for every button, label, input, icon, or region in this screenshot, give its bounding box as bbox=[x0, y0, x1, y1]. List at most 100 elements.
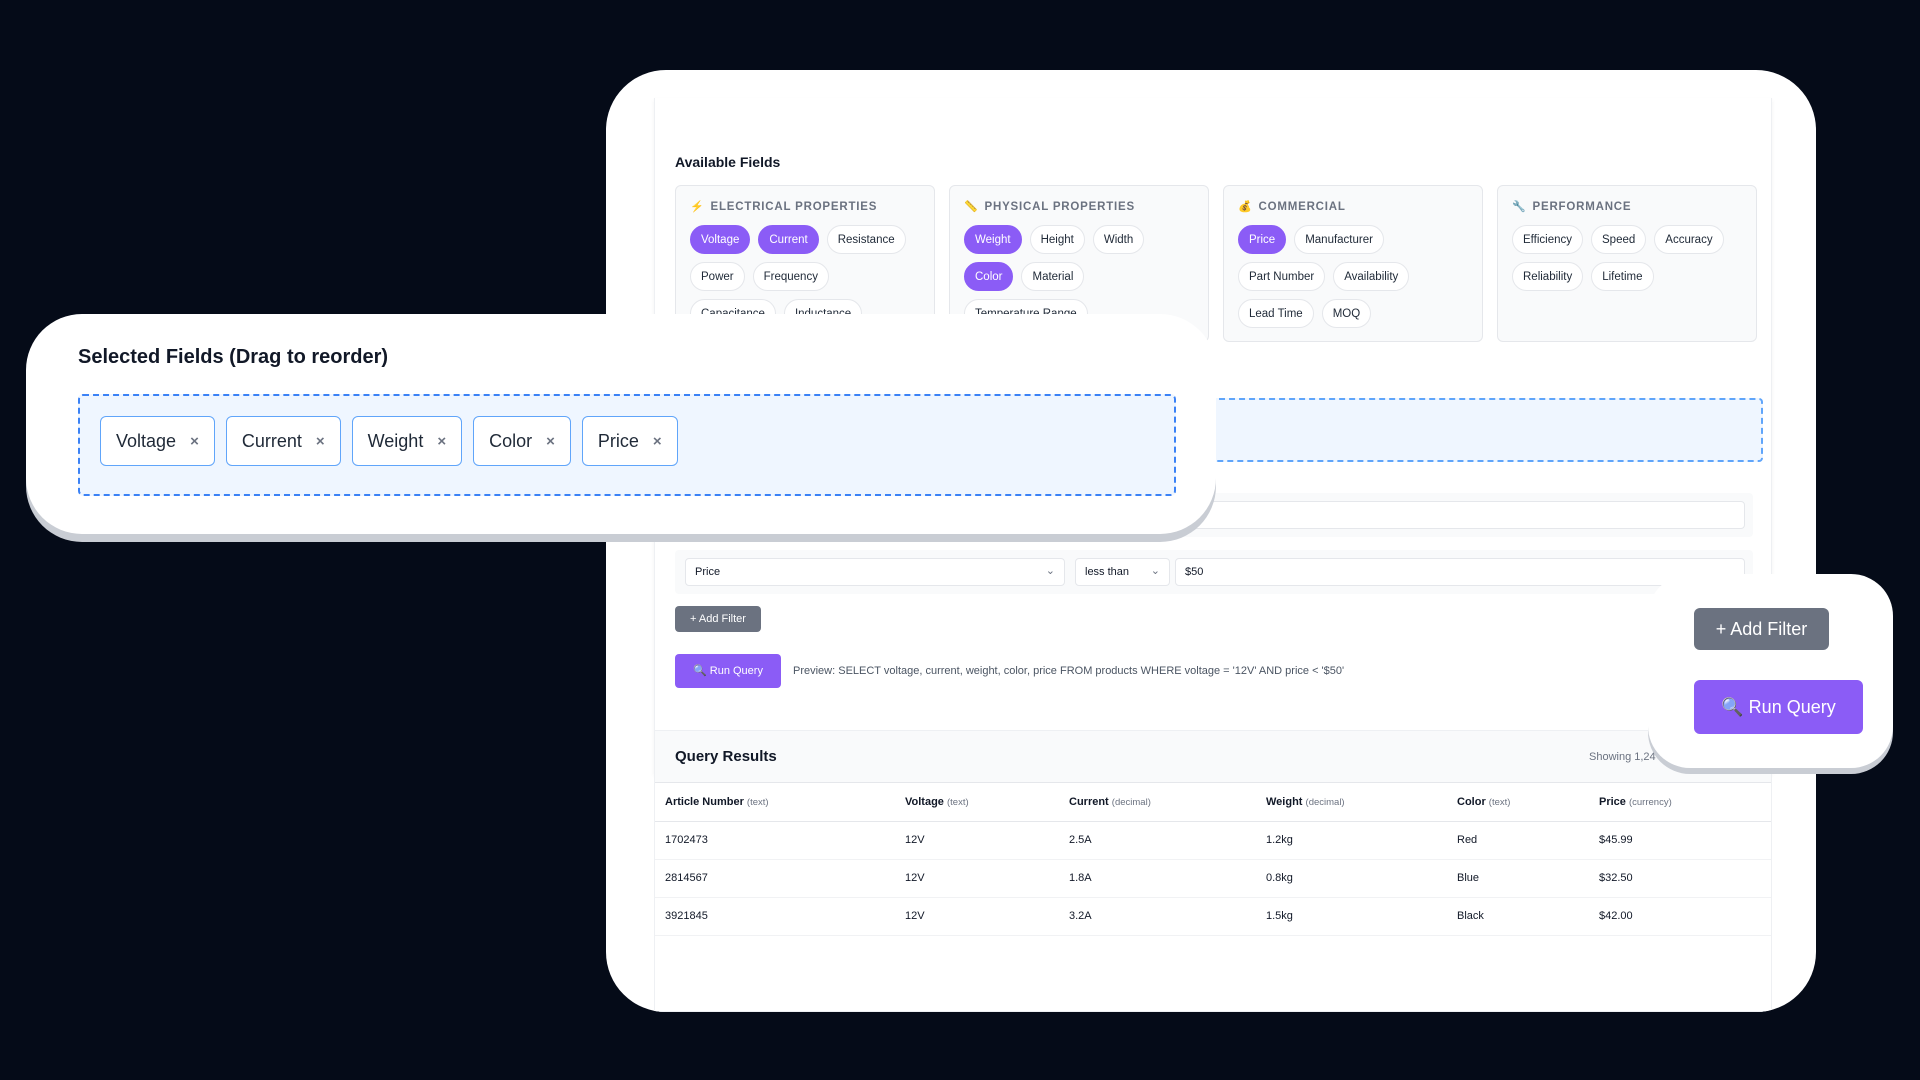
query-results-panel: Query Results Showing 1,24 Article Numbe… bbox=[654, 730, 1772, 1012]
field-pill-resistance[interactable]: Resistance bbox=[826, 225, 906, 254]
field-pill-lead-time[interactable]: Lead Time bbox=[1238, 299, 1314, 328]
table-cell: $42.00 bbox=[1589, 897, 1771, 936]
selected-fields-title: Selected Fields (Drag to reorder) bbox=[78, 346, 389, 368]
results-table: Article Number (text) Voltage (text) Curre… bbox=[655, 783, 1771, 936]
field-pill-color[interactable]: Color bbox=[964, 262, 1014, 291]
column-name: Current bbox=[1069, 795, 1109, 808]
field-group-header: 💰 COMMERCIAL bbox=[1238, 200, 1468, 214]
results-title: Query Results bbox=[675, 748, 777, 765]
column-type: (text) bbox=[1488, 796, 1511, 808]
field-group-commercial: 💰 COMMERCIAL Price Manufacturer Part Number A… bbox=[1223, 185, 1483, 342]
column-type: (decimal) bbox=[1305, 796, 1345, 808]
filter-row: Price ⌄ less than ⌄ $50 bbox=[675, 550, 1753, 594]
chip-label: Color bbox=[489, 430, 533, 451]
column-header-price[interactable]: Price (currency) bbox=[1589, 783, 1771, 822]
field-pill-reliability[interactable]: Reliability bbox=[1512, 262, 1584, 291]
close-icon[interactable]: × bbox=[653, 433, 662, 450]
table-row[interactable]: 1702473 12V 2.5A 1.2kg Red $45.99 bbox=[655, 821, 1771, 860]
table-cell: 2814567 bbox=[655, 859, 895, 898]
field-pill-width[interactable]: Width bbox=[1092, 225, 1145, 254]
field-pill-lifetime[interactable]: Lifetime bbox=[1591, 262, 1654, 291]
field-pill-price[interactable]: Price bbox=[1238, 225, 1287, 254]
group-icon: 📏 bbox=[964, 201, 979, 213]
table-cell: 1.2kg bbox=[1256, 821, 1447, 860]
field-group-title: COMMERCIAL bbox=[1258, 200, 1346, 213]
field-group-header: ⚡ ELECTRICAL PROPERTIES bbox=[690, 200, 920, 214]
run-query-button[interactable]: 🔍 Run Query bbox=[675, 654, 781, 688]
actions-card: + Add Filter 🔍 Run Query bbox=[1648, 574, 1893, 768]
table-row[interactable]: 2814567 12V 1.8A 0.8kg Blue $32.50 bbox=[655, 859, 1771, 898]
results-header: Query Results Showing 1,24 bbox=[655, 731, 1771, 783]
selected-fields-dropzone-background[interactable] bbox=[1175, 398, 1763, 462]
close-icon[interactable]: × bbox=[316, 433, 325, 450]
filter-operator-select[interactable]: less than ⌄ bbox=[1075, 558, 1170, 586]
field-pill-height[interactable]: Height bbox=[1029, 225, 1085, 254]
field-pill-availability[interactable]: Availability bbox=[1333, 262, 1410, 291]
field-pill-part-number[interactable]: Part Number bbox=[1238, 262, 1326, 291]
field-pill-weight[interactable]: Weight bbox=[964, 225, 1022, 254]
field-pill-speed[interactable]: Speed bbox=[1591, 225, 1647, 254]
field-pill-efficiency[interactable]: Efficiency bbox=[1512, 225, 1584, 254]
selected-fields-card: Selected Fields (Drag to reorder) Voltag… bbox=[26, 314, 1216, 534]
field-pill-manufacturer[interactable]: Manufacturer bbox=[1294, 225, 1384, 254]
column-header-current[interactable]: Current (decimal) bbox=[1059, 783, 1256, 822]
available-fields-title: Available Fields bbox=[675, 154, 781, 170]
selected-chip-weight[interactable]: Weight × bbox=[351, 416, 463, 466]
column-name: Weight bbox=[1266, 795, 1303, 808]
add-filter-button[interactable]: + Add Filter bbox=[675, 606, 761, 632]
filter-value-input[interactable]: 12V bbox=[1175, 501, 1745, 529]
field-group-title: PERFORMANCE bbox=[1532, 200, 1632, 213]
filter-value-input[interactable]: $50 bbox=[1175, 558, 1745, 586]
group-icon: ⚡ bbox=[690, 201, 705, 213]
field-pill-current[interactable]: Current bbox=[758, 225, 819, 254]
chevron-down-icon: ⌄ bbox=[1045, 565, 1055, 577]
column-name: Article Number bbox=[665, 795, 744, 808]
column-header-weight[interactable]: Weight (decimal) bbox=[1256, 783, 1447, 822]
table-cell: 3.2A bbox=[1059, 897, 1256, 936]
filter-field-select[interactable]: Price ⌄ bbox=[685, 558, 1065, 586]
field-pill-voltage[interactable]: Voltage bbox=[690, 225, 751, 254]
chip-label: Current bbox=[241, 430, 302, 451]
field-group-title: PHYSICAL PROPERTIES bbox=[984, 200, 1135, 213]
column-type: (currency) bbox=[1628, 796, 1672, 808]
field-pill-accuracy[interactable]: Accuracy bbox=[1654, 225, 1724, 254]
selected-chip-voltage[interactable]: Voltage × bbox=[100, 416, 215, 466]
field-group-header: 🔧 PERFORMANCE bbox=[1512, 200, 1742, 214]
selected-chip-current[interactable]: Current × bbox=[225, 416, 341, 466]
group-icon: 🔧 bbox=[1512, 201, 1527, 213]
query-preview: Preview: SELECT voltage, current, weight… bbox=[793, 665, 1345, 677]
close-icon[interactable]: × bbox=[190, 433, 199, 450]
field-pill-material[interactable]: Material bbox=[1021, 262, 1085, 291]
column-type: (text) bbox=[746, 796, 769, 808]
selected-fields-dropzone[interactable]: Voltage × Current × Weight × Color × Price × bbox=[78, 394, 1176, 496]
column-header-color[interactable]: Color (text) bbox=[1447, 783, 1589, 822]
table-cell: Black bbox=[1447, 897, 1589, 936]
add-filter-button[interactable]: + Add Filter bbox=[1694, 608, 1829, 650]
selected-chip-price[interactable]: Price × bbox=[581, 416, 678, 466]
column-header-article-number[interactable]: Article Number (text) bbox=[655, 783, 895, 822]
run-query-button[interactable]: 🔍 Run Query bbox=[1694, 680, 1863, 734]
field-pill-moq[interactable]: MOQ bbox=[1321, 299, 1372, 328]
table-cell: 1702473 bbox=[655, 821, 895, 860]
table-row[interactable]: 3921845 12V 3.2A 1.5kg Black $42.00 bbox=[655, 897, 1771, 936]
close-icon[interactable]: × bbox=[437, 433, 446, 450]
chip-label: Weight bbox=[367, 430, 424, 451]
field-group-header: 📏 PHYSICAL PROPERTIES bbox=[964, 200, 1194, 214]
close-icon[interactable]: × bbox=[546, 433, 555, 450]
field-pill-power[interactable]: Power bbox=[690, 262, 745, 291]
column-header-voltage[interactable]: Voltage (text) bbox=[895, 783, 1059, 822]
table-cell: $45.99 bbox=[1589, 821, 1771, 860]
column-name: Voltage bbox=[905, 795, 944, 808]
table-cell: Red bbox=[1447, 821, 1589, 860]
table-cell: $32.50 bbox=[1589, 859, 1771, 898]
table-cell: 1.5kg bbox=[1256, 897, 1447, 936]
field-pills: Price Manufacturer Part Number Availability… bbox=[1238, 225, 1468, 328]
chip-label: Voltage bbox=[116, 430, 177, 451]
column-type: (decimal) bbox=[1111, 796, 1151, 808]
selected-chip-color[interactable]: Color × bbox=[473, 416, 571, 466]
field-group-title: ELECTRICAL PROPERTIES bbox=[710, 200, 878, 213]
table-cell: 12V bbox=[895, 821, 1059, 860]
table-cell: 1.8A bbox=[1059, 859, 1256, 898]
field-pill-frequency[interactable]: Frequency bbox=[752, 262, 829, 291]
selected-chips: Voltage × Current × Weight × Color × Price × bbox=[100, 416, 678, 466]
